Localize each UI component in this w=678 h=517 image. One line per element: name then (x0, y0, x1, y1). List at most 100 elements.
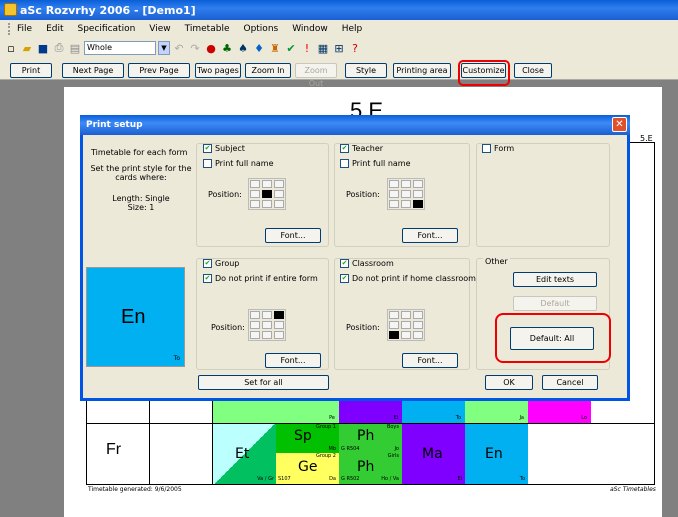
left-heading: Timetable for each form (91, 148, 188, 157)
style-button[interactable]: Style (345, 63, 387, 78)
dialog-title: Print setup (80, 115, 630, 135)
network-icon[interactable]: ⊞ (332, 41, 346, 55)
app-icon (4, 3, 17, 16)
cell-ja: Ja (465, 401, 528, 423)
teachers-icon[interactable]: ♣ (220, 41, 234, 55)
cell-ge: Ge Group 2 S107 Da (276, 453, 339, 484)
teacher-full-name-checkbox[interactable]: Print full name (340, 159, 411, 168)
print-button[interactable]: Print (10, 63, 52, 78)
teacher-position-label: Position: (346, 190, 380, 199)
menu-view[interactable]: View (149, 24, 170, 34)
preview-toolbar: Print Next Page Prev Page Two pages Zoom… (0, 58, 678, 88)
menu-help[interactable]: Help (342, 24, 363, 34)
subject-position-grid[interactable] (248, 178, 286, 210)
zoom-out-button[interactable]: Zoom Out (295, 63, 337, 88)
form-group (476, 143, 610, 247)
close-button[interactable]: Close (514, 63, 552, 78)
menu-specification[interactable]: Specification (78, 24, 136, 34)
teacher-checkbox[interactable]: ✔ Teacher (340, 144, 383, 153)
ok-button[interactable]: OK (485, 375, 533, 390)
classes-icon[interactable]: ♠ (236, 41, 250, 55)
printing-area-button[interactable]: Printing area (393, 63, 451, 78)
menu-grip (8, 23, 11, 35)
cell-lo: Lo (528, 401, 591, 423)
cell-pe: Pe (213, 401, 339, 423)
toolbar: ▫ ▰ ■ ⎙ ▤ Whole ▼ ↶ ↷ ● ♣ ♠ ♦ ♜ ✔ ! ▦ ⊞ … (0, 38, 678, 58)
menu-timetable[interactable]: Timetable (185, 24, 230, 34)
grid-line (149, 401, 150, 485)
view-select[interactable]: Whole (84, 41, 156, 55)
group-checkbox[interactable]: ✔ Group (203, 259, 239, 268)
prev-page-button[interactable]: Prev Page (128, 63, 190, 78)
check-icon[interactable]: ✔ (284, 41, 298, 55)
print-preview-icon[interactable]: ▤ (68, 41, 82, 55)
customize-highlight (458, 60, 510, 86)
subjects-icon[interactable]: ● (204, 41, 218, 55)
classroom-position-label: Position: (346, 323, 380, 332)
menu-edit[interactable]: Edit (46, 24, 63, 34)
grid-line (86, 401, 87, 485)
cancel-button[interactable]: Cancel (542, 375, 598, 390)
menu-bar: File Edit Specification View Timetable O… (0, 20, 678, 38)
subject-full-name-checkbox[interactable]: Print full name (203, 159, 274, 168)
grid-icon[interactable]: ▦ (316, 41, 330, 55)
two-pages-button[interactable]: Two pages (195, 63, 241, 78)
card-preview: En To (86, 267, 185, 367)
cell-et: Et Va / Gr (213, 424, 276, 484)
view-select-dropdown[interactable]: ▼ (158, 41, 170, 55)
zoom-in-button[interactable]: Zoom In (245, 63, 291, 78)
row-day-label: Fr (106, 441, 122, 458)
lessons-icon[interactable]: ♜ (268, 41, 282, 55)
menu-file[interactable]: File (17, 24, 32, 34)
dialog-close-button[interactable]: ✕ (612, 117, 627, 132)
cell-ph-boys: Ph Boys G R504 Jo (339, 424, 402, 453)
save-icon[interactable]: ■ (36, 41, 50, 55)
classroom-checkbox[interactable]: ✔ Classroom (340, 259, 394, 268)
subject-checkbox[interactable]: ✔ Subject (203, 144, 245, 153)
group-position-label: Position: (211, 323, 245, 332)
new-icon[interactable]: ▫ (4, 41, 18, 55)
grid-line (630, 142, 654, 143)
classroom-position-grid[interactable] (387, 309, 425, 341)
help-icon[interactable]: ? (348, 41, 362, 55)
footer-brand: aSc Timetables (610, 486, 656, 493)
cell-to: To (402, 401, 465, 423)
menu-options[interactable]: Options (243, 24, 278, 34)
open-icon[interactable]: ▰ (20, 41, 34, 55)
grid-line (86, 484, 654, 485)
default-all-highlight (495, 313, 611, 363)
teacher-position-grid[interactable] (387, 178, 425, 210)
classroom-no-print-home-checkbox[interactable]: ✔ Do not print if home classroom (340, 274, 476, 283)
rooms-icon[interactable]: ♦ (252, 41, 266, 55)
other-label: Other (483, 257, 510, 266)
left-length: Length: Single (112, 194, 170, 203)
cell-ma: Ma Ei (402, 424, 465, 484)
edit-texts-button[interactable]: Edit texts (513, 272, 597, 287)
set-for-all-button[interactable]: Set for all (198, 375, 329, 390)
left-description: Set the print style for the cards where: (90, 164, 192, 182)
cell-sp: Sp Group 1 Mb (276, 424, 339, 453)
window-title: aSc Rozvrhy 2006 - [Demo1] (20, 3, 196, 17)
footer-generated: Timetable generated: 9/6/2005 (88, 486, 182, 493)
undo-icon[interactable]: ↶ (172, 41, 186, 55)
warning-icon[interactable]: ! (300, 41, 314, 55)
subject-position-label: Position: (208, 190, 242, 199)
redo-icon[interactable]: ↷ (188, 41, 202, 55)
grid-line (654, 142, 655, 485)
group-font-button[interactable]: Font... (265, 353, 321, 368)
classroom-font-button[interactable]: Font... (402, 353, 458, 368)
title-bar: aSc Rozvrhy 2006 - [Demo1] (0, 0, 678, 20)
cell-ei: Ei (339, 401, 402, 423)
form-checkbox[interactable]: Form (482, 144, 514, 153)
print-icon[interactable]: ⎙ (52, 41, 66, 55)
menu-window[interactable]: Window (292, 24, 328, 34)
group-position-grid[interactable] (248, 309, 286, 341)
left-size: Size: 1 (127, 203, 155, 212)
default-button[interactable]: Default (513, 296, 597, 311)
teacher-font-button[interactable]: Font... (402, 228, 458, 243)
cell-ph-girls: Ph Girls G R502 Ho / Va (339, 453, 402, 484)
next-page-button[interactable]: Next Page (62, 63, 124, 78)
group-no-print-form-checkbox[interactable]: ✔ Do not print if entire form (203, 274, 318, 283)
subject-font-button[interactable]: Font... (265, 228, 321, 243)
cell-en: En To (465, 424, 528, 484)
